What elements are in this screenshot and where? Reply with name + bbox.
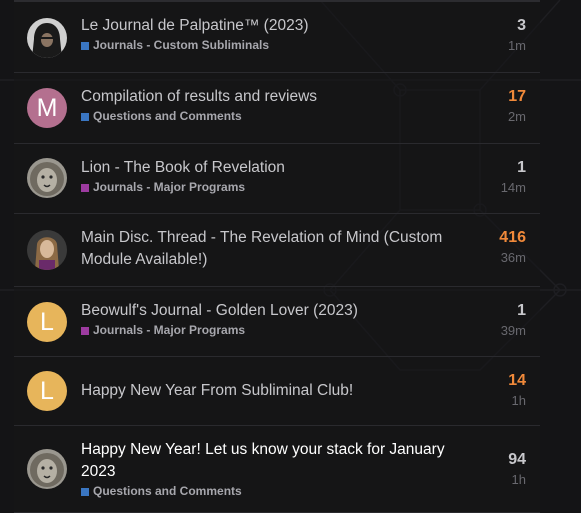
topic-stats: 17 2m xyxy=(508,87,526,126)
topic-title[interactable]: Happy New Year From Subliminal Club! xyxy=(81,380,480,402)
topic-stats: 3 1m xyxy=(508,16,526,55)
reply-count[interactable]: 14 xyxy=(508,371,526,391)
category-badge[interactable]: Journals - Major Programs xyxy=(81,180,480,195)
topic-title[interactable]: Lion - The Book of Revelation xyxy=(81,157,480,179)
activity-age[interactable]: 2m xyxy=(508,108,526,126)
topic-content: Beowulf's Journal - Golden Lover (2023) … xyxy=(81,300,480,338)
avatar-letter: L xyxy=(40,376,54,405)
topic-list: Le Journal de Palpatine™ (2023) Journals… xyxy=(14,0,540,513)
reply-count[interactable]: 3 xyxy=(508,16,526,36)
topic-content: Compilation of results and reviews Quest… xyxy=(81,86,480,124)
user-avatar[interactable] xyxy=(27,18,67,58)
category-badge[interactable]: Journals - Major Programs xyxy=(81,323,480,338)
topic-row[interactable]: L Happy New Year From Subliminal Club! 1… xyxy=(14,357,540,426)
topic-stats: 416 36m xyxy=(499,228,526,267)
activity-age[interactable]: 39m xyxy=(501,322,526,340)
avatar-letter: M xyxy=(36,93,58,122)
category-color-icon xyxy=(81,326,89,335)
category-badge[interactable]: Questions and Comments xyxy=(81,484,480,499)
topic-content: Happy New Year! Let us know your stack f… xyxy=(81,439,480,499)
lion-avatar-icon xyxy=(27,449,67,489)
activity-age[interactable]: 1m xyxy=(508,37,526,55)
category-label: Journals - Major Programs xyxy=(93,180,246,194)
longhair-avatar-icon xyxy=(27,230,67,270)
topic-title[interactable]: Happy New Year! Let us know your stack f… xyxy=(81,439,480,483)
user-avatar[interactable]: M xyxy=(27,88,67,128)
category-color-icon xyxy=(81,41,89,50)
topic-row[interactable]: Main Disc. Thread - The Revelation of Mi… xyxy=(14,214,540,287)
topic-stats: 94 1h xyxy=(508,450,526,489)
palpatine-avatar-icon xyxy=(27,18,67,58)
lion-avatar-icon xyxy=(27,158,67,198)
category-label: Journals - Major Programs xyxy=(93,323,246,337)
reply-count[interactable]: 1 xyxy=(501,301,526,321)
reply-count[interactable]: 94 xyxy=(508,450,526,470)
reply-count[interactable]: 416 xyxy=(499,228,526,248)
topic-row[interactable]: L Beowulf's Journal - Golden Lover (2023… xyxy=(14,287,540,357)
avatar-letter: L xyxy=(40,307,54,336)
reply-count[interactable]: 17 xyxy=(508,87,526,107)
topic-content: Le Journal de Palpatine™ (2023) Journals… xyxy=(81,15,480,53)
user-avatar[interactable] xyxy=(27,449,67,489)
user-avatar[interactable] xyxy=(27,230,67,270)
category-color-icon xyxy=(81,487,89,496)
activity-age[interactable]: 14m xyxy=(501,179,526,197)
category-label: Questions and Comments xyxy=(93,484,242,498)
category-color-icon xyxy=(81,183,89,192)
activity-age[interactable]: 1h xyxy=(508,392,526,410)
user-avatar[interactable]: L xyxy=(27,302,67,342)
topic-content: Lion - The Book of Revelation Journals -… xyxy=(81,157,480,195)
category-badge[interactable]: Questions and Comments xyxy=(81,109,480,124)
topic-row[interactable]: Happy New Year! Let us know your stack f… xyxy=(14,426,540,513)
activity-age[interactable]: 1h xyxy=(508,471,526,489)
topic-row[interactable]: M Compilation of results and reviews Que… xyxy=(14,73,540,144)
topic-stats: 14 1h xyxy=(508,371,526,410)
topic-title[interactable]: Beowulf's Journal - Golden Lover (2023) xyxy=(81,300,480,322)
reply-count[interactable]: 1 xyxy=(501,158,526,178)
category-color-icon xyxy=(81,112,89,121)
activity-age[interactable]: 36m xyxy=(499,249,526,267)
topic-stats: 1 14m xyxy=(501,158,526,197)
topic-row[interactable]: Lion - The Book of Revelation Journals -… xyxy=(14,144,540,214)
topic-row[interactable]: Le Journal de Palpatine™ (2023) Journals… xyxy=(14,2,540,73)
user-avatar[interactable]: L xyxy=(27,371,67,411)
topic-content: Main Disc. Thread - The Revelation of Mi… xyxy=(81,227,480,271)
user-avatar[interactable] xyxy=(27,158,67,198)
topic-title[interactable]: Main Disc. Thread - The Revelation of Mi… xyxy=(81,227,480,271)
topic-stats: 1 39m xyxy=(501,301,526,340)
topic-title[interactable]: Le Journal de Palpatine™ (2023) xyxy=(81,15,480,37)
topic-content: Happy New Year From Subliminal Club! xyxy=(81,380,480,402)
topic-title[interactable]: Compilation of results and reviews xyxy=(81,86,480,108)
category-label: Questions and Comments xyxy=(93,109,242,123)
category-badge[interactable]: Journals - Custom Subliminals xyxy=(81,38,480,53)
category-label: Journals - Custom Subliminals xyxy=(93,38,270,52)
